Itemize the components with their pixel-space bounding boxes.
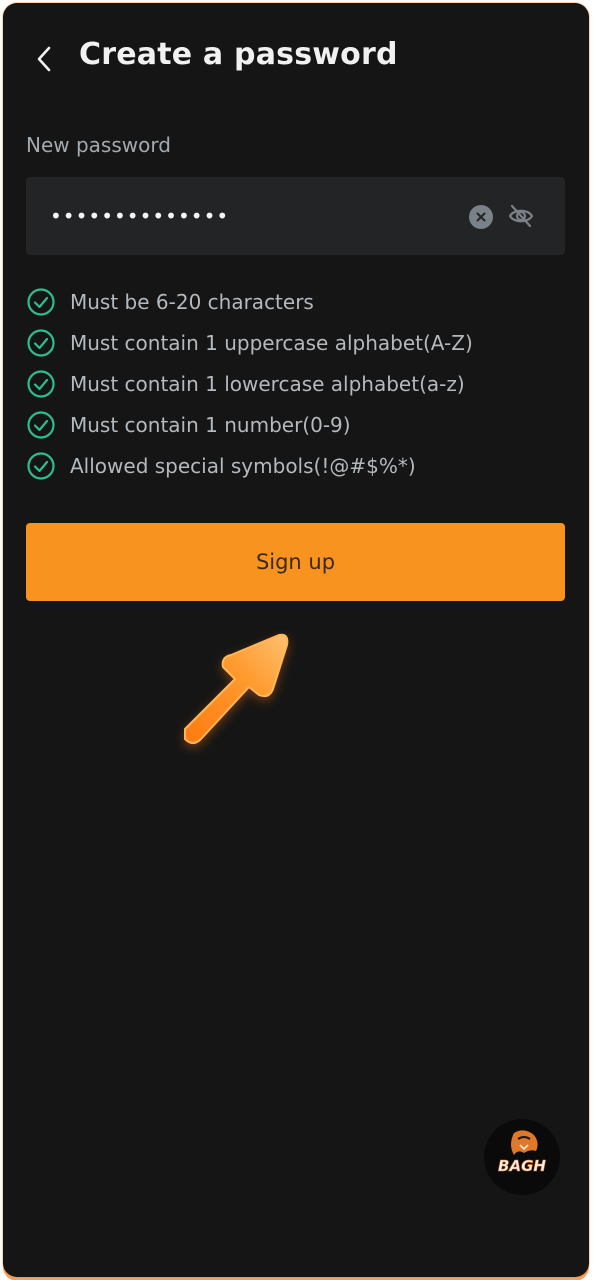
pointer-arrow-icon — [184, 633, 289, 744]
clear-circle-icon — [476, 212, 486, 222]
password-requirements-list: Must be 6-20 characters Must contain 1 u… — [26, 281, 473, 486]
requirement-item: Must contain 1 uppercase alphabet(A-Z) — [26, 322, 473, 363]
requirement-item: Allowed special symbols(!@#$%*) — [26, 445, 473, 486]
sign-up-button[interactable]: Sign up — [26, 523, 565, 601]
brand-logo: BAGH — [484, 1119, 560, 1195]
tiger-logo-icon: BAGH — [498, 1130, 547, 1175]
requirement-item: Must be 6-20 characters — [26, 281, 473, 322]
back-button[interactable] — [27, 39, 61, 79]
requirement-text: Must contain 1 number(0-9) — [70, 412, 351, 437]
password-field-label: New password — [26, 133, 171, 157]
requirement-text: Must contain 1 lowercase alphabet(a-z) — [70, 371, 465, 396]
requirement-text: Must be 6-20 characters — [70, 289, 314, 314]
header: Create a password — [3, 31, 589, 87]
app-window: Create a password New password Must be 6… — [3, 3, 589, 1277]
logo-text: BAGH — [498, 1157, 546, 1175]
toggle-visibility-button[interactable] — [506, 201, 536, 231]
password-input-container — [26, 177, 565, 255]
page-title: Create a password — [79, 37, 398, 72]
check-circle-icon — [27, 287, 55, 316]
clear-button[interactable] — [469, 205, 493, 229]
requirement-text: Allowed special symbols(!@#$%*) — [70, 453, 416, 478]
requirement-text: Must contain 1 uppercase alphabet(A-Z) — [70, 330, 473, 355]
chevron-left-icon — [37, 46, 51, 72]
check-circle-icon — [27, 410, 55, 439]
password-input[interactable] — [50, 177, 450, 255]
check-circle-icon — [27, 369, 55, 398]
check-circle-icon — [27, 328, 55, 357]
requirement-item: Must contain 1 number(0-9) — [26, 404, 473, 445]
eye-off-icon — [508, 204, 534, 228]
check-circle-icon — [27, 451, 55, 480]
requirement-item: Must contain 1 lowercase alphabet(a-z) — [26, 363, 473, 404]
